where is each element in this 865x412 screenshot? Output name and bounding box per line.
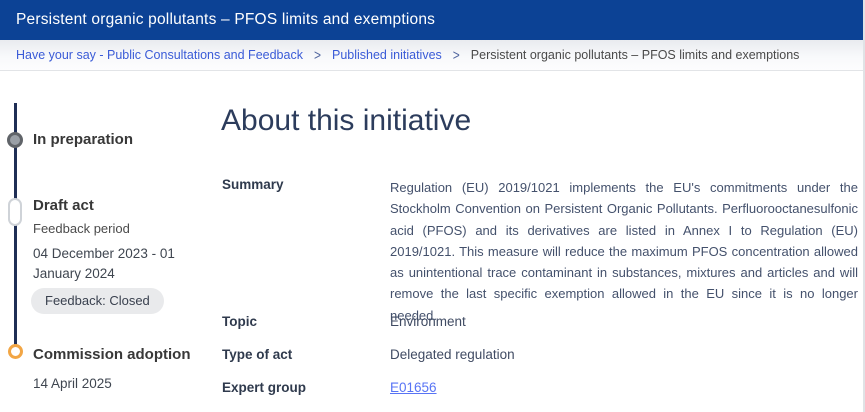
page-header-title: Persistent organic pollutants – PFOS lim… bbox=[16, 0, 435, 40]
page-header-bar: Persistent organic pollutants – PFOS lim… bbox=[0, 0, 865, 40]
timeline-feedback-dates: 04 December 2023 - 01 January 2024 bbox=[33, 244, 195, 284]
timeline-stage-commission-adoption: Commission adoption bbox=[33, 346, 191, 363]
breadcrumb: Have your say - Public Consultations and… bbox=[0, 40, 865, 71]
field-value-type-of-act: Delegated regulation bbox=[390, 347, 515, 362]
timeline-feedback-period-label: Feedback period bbox=[33, 221, 130, 236]
timeline-stage-in-preparation: In preparation bbox=[33, 131, 133, 148]
field-label-type-of-act: Type of act bbox=[222, 347, 292, 362]
page-title: About this initiative bbox=[221, 104, 471, 138]
breadcrumb-separator-icon: > bbox=[453, 46, 460, 64]
timeline-adoption-date: 14 April 2025 bbox=[33, 376, 112, 391]
page: Persistent organic pollutants – PFOS lim… bbox=[0, 0, 865, 412]
timeline-marker-in-preparation-icon bbox=[7, 132, 23, 148]
breadcrumb-current-page: Persistent organic pollutants – PFOS lim… bbox=[471, 48, 800, 62]
timeline-marker-draft-act-icon bbox=[8, 198, 22, 226]
field-label-expert-group: Expert group bbox=[222, 380, 306, 395]
breadcrumb-link-have-your-say[interactable]: Have your say - Public Consultations and… bbox=[16, 48, 303, 62]
expert-group-link[interactable]: E01656 bbox=[390, 380, 437, 395]
breadcrumb-separator-icon: > bbox=[314, 46, 321, 64]
timeline-stage-draft-act: Draft act bbox=[33, 197, 94, 214]
feedback-status-badge: Feedback: Closed bbox=[31, 288, 164, 314]
field-label-topic: Topic bbox=[222, 314, 257, 329]
timeline-marker-commission-adoption-icon bbox=[8, 344, 23, 359]
breadcrumb-link-published-initiatives[interactable]: Published initiatives bbox=[332, 48, 442, 62]
field-label-summary: Summary bbox=[222, 177, 284, 192]
field-value-topic: Environment bbox=[390, 314, 466, 329]
field-value-summary: Regulation (EU) 2019/1021 implements the… bbox=[390, 177, 858, 326]
